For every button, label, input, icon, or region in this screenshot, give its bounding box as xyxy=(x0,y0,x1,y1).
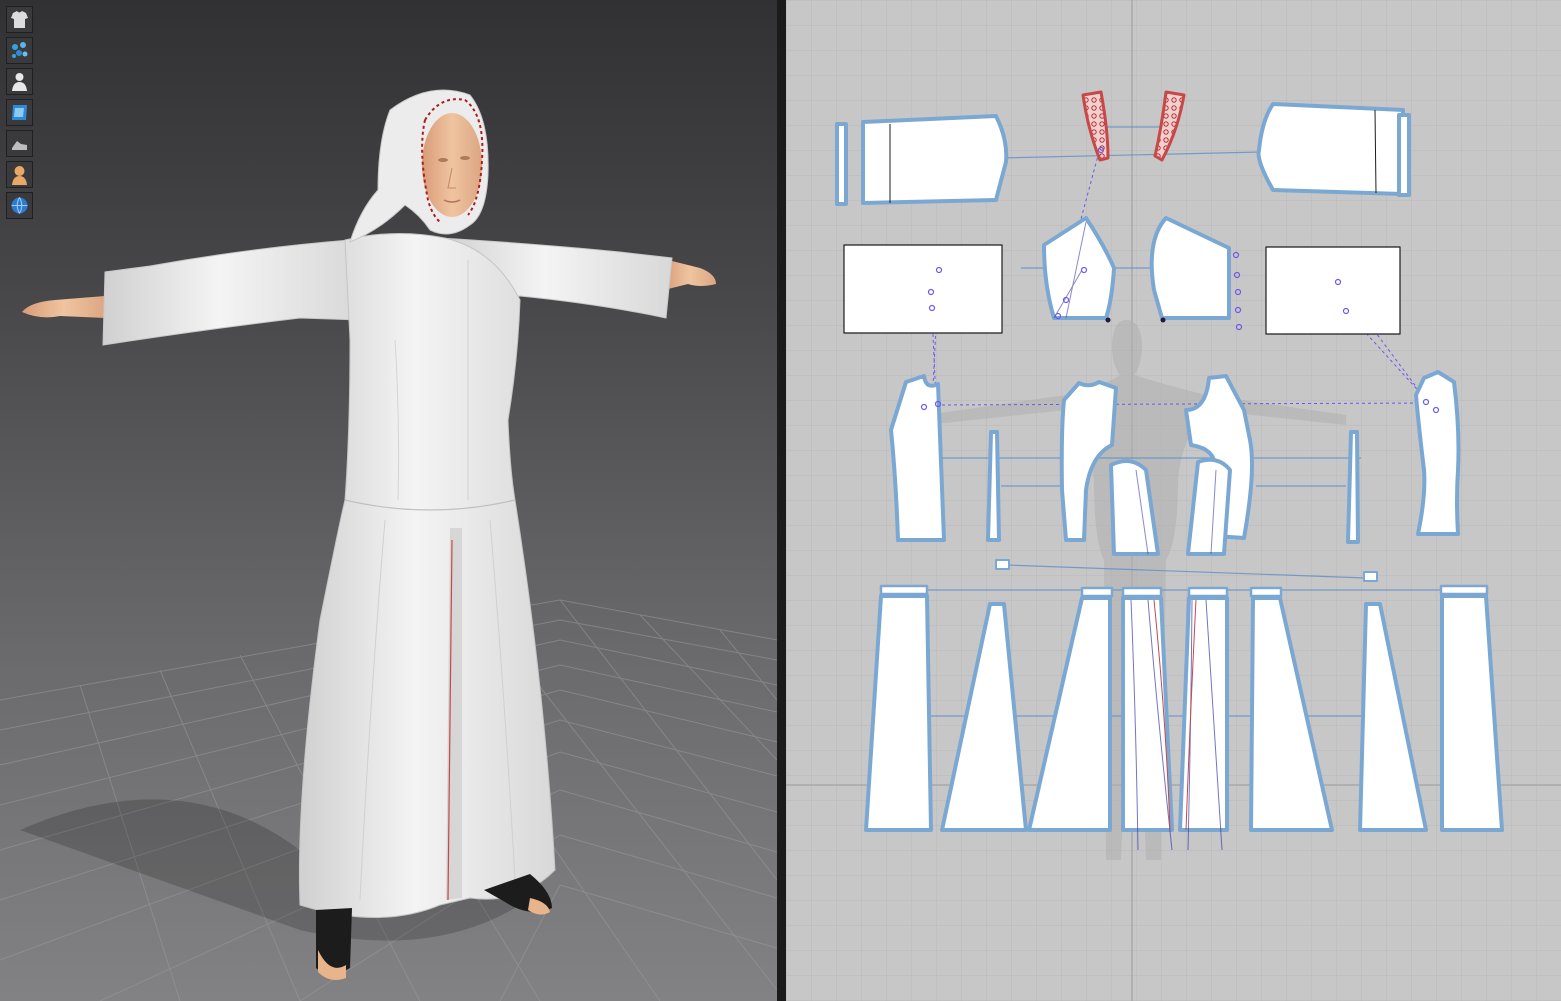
robe-body xyxy=(298,232,556,918)
pattern-piece-skirt-4[interactable] xyxy=(1121,596,1174,832)
3d-scene xyxy=(0,89,777,1001)
pattern-piece-tab-right[interactable] xyxy=(1363,571,1378,582)
pattern-piece-waistband-3[interactable] xyxy=(1121,586,1163,598)
pattern-piece-pocket-right[interactable] xyxy=(1265,246,1401,335)
pattern-piece-waistband-1[interactable] xyxy=(879,584,929,596)
pattern-piece-side-strip-left[interactable] xyxy=(986,430,1001,542)
pattern-piece-side-strip-right[interactable] xyxy=(1346,430,1360,544)
avatar-icon[interactable] xyxy=(6,68,33,95)
texture-icon[interactable] xyxy=(6,99,33,126)
left-toolbar xyxy=(6,6,33,223)
pattern-piece-waistband-4[interactable] xyxy=(1187,586,1229,598)
pattern-piece-waistband-2[interactable] xyxy=(1080,586,1114,598)
pattern-piece-waistband-6[interactable] xyxy=(1439,584,1489,596)
app-window xyxy=(0,0,1561,1001)
pattern-piece-sleeve-left[interactable] xyxy=(861,114,1009,205)
garment-icon[interactable] xyxy=(6,6,33,33)
pattern-piece-sleeve-right[interactable] xyxy=(1256,102,1406,196)
avatar-skin-icon[interactable] xyxy=(6,161,33,188)
pattern-canvas xyxy=(786,0,1561,1001)
2d-pattern-view[interactable] xyxy=(786,0,1561,1001)
viewport-divider[interactable] xyxy=(777,0,786,1001)
pattern-piece-waistband-5[interactable] xyxy=(1249,586,1283,598)
left-sleeve xyxy=(102,239,361,346)
shoe-icon[interactable] xyxy=(6,130,33,157)
pattern-piece-cuff-left[interactable] xyxy=(835,122,848,206)
pattern-piece-front-bodice-left[interactable] xyxy=(889,374,946,542)
pattern-piece-cuff-right[interactable] xyxy=(1397,113,1411,197)
particles-icon[interactable] xyxy=(6,37,33,64)
globe-icon[interactable] xyxy=(6,192,33,219)
pattern-piece-front-bodice-right[interactable] xyxy=(1414,370,1461,536)
3d-viewport[interactable] xyxy=(0,0,777,1001)
left-hand xyxy=(22,296,106,318)
pattern-piece-tab-left[interactable] xyxy=(995,559,1010,570)
pattern-piece-pocket-left[interactable] xyxy=(843,244,1003,334)
